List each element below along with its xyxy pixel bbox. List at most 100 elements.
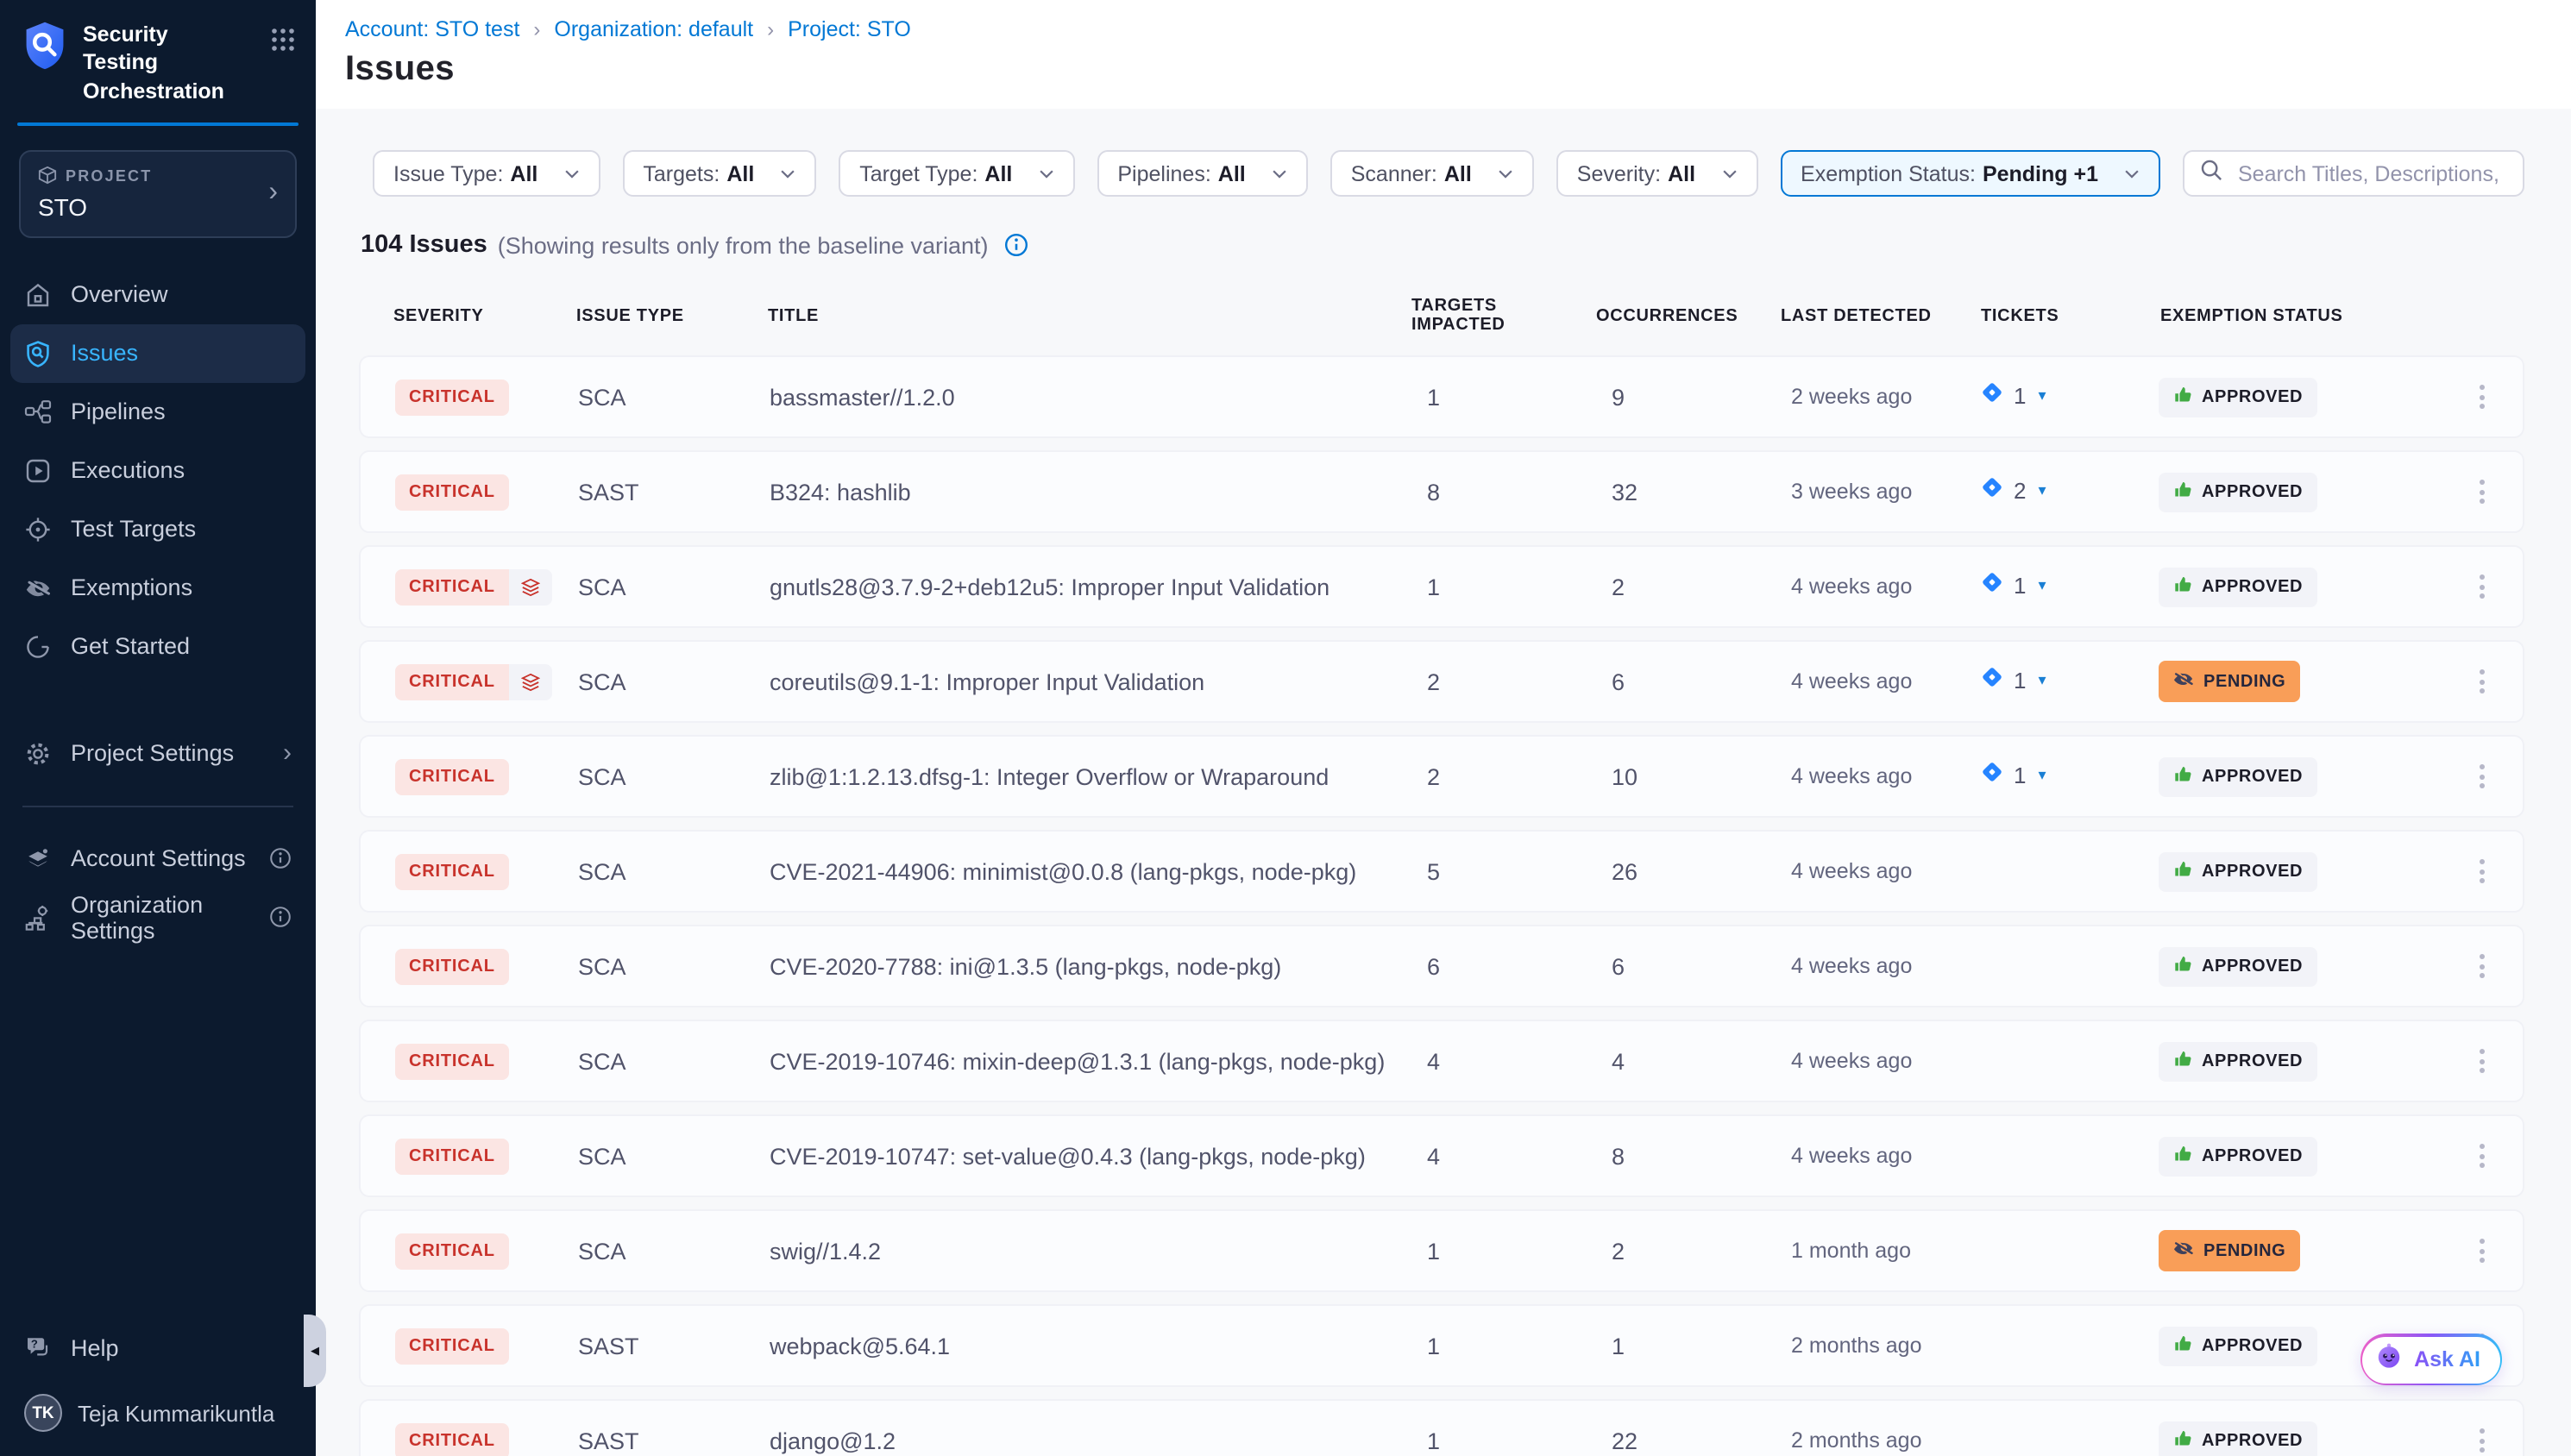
issue-title[interactable]: django@1.2: [770, 1428, 1408, 1453]
status-badge-approved: APPROVED: [2159, 472, 2316, 511]
issue-title[interactable]: CVE-2019-10747: set-value@0.4.3 (lang-pk…: [770, 1143, 1408, 1169]
occurrences-cell: 4: [1593, 1048, 1777, 1074]
exemption-status-cell: APPROVED: [2147, 1136, 2454, 1176]
table-row[interactable]: CRITICAL SCA CVE-2020-7788: ini@1.3.5 (l…: [359, 925, 2524, 1007]
ticket-group[interactable]: 1 ▾: [1979, 759, 2046, 790]
ask-ai-button[interactable]: Ask AI: [2360, 1334, 2502, 1385]
sidebar-item-exemptions[interactable]: Exemptions: [0, 559, 316, 618]
targets-impacted-cell: 2: [1408, 763, 1593, 789]
filter-severity[interactable]: Severity:All: [1556, 150, 1757, 197]
info-icon[interactable]: [1004, 233, 1028, 257]
ticket-group[interactable]: 1 ▾: [1979, 664, 2046, 695]
issue-title[interactable]: gnutls28@3.7.9-2+deb12u5: Improper Input…: [770, 574, 1408, 599]
ticket-count: 1: [2014, 572, 2026, 598]
issue-title[interactable]: CVE-2020-7788: ini@1.3.5 (lang-pkgs, nod…: [770, 953, 1408, 979]
gear-icon: [24, 740, 52, 768]
issue-type-cell: SCA: [578, 763, 770, 789]
filter-pipelines[interactable]: Pipelines:All: [1097, 150, 1307, 197]
targets-impacted-cell: 4: [1408, 1143, 1593, 1169]
issues-summary: 104 Issues (Showing results only from th…: [361, 231, 2524, 259]
targets-impacted-cell: 2: [1408, 668, 1593, 694]
table-row[interactable]: CRITICAL SAST webpack@5.64.1 1 1 2 month…: [359, 1304, 2524, 1387]
row-menu-button[interactable]: [2461, 471, 2502, 512]
severity-badge: CRITICAL: [395, 948, 509, 984]
issue-title[interactable]: B324: hashlib: [770, 479, 1408, 505]
issue-title[interactable]: swig//1.4.2: [770, 1238, 1408, 1264]
chevron-down-icon: [563, 168, 579, 179]
project-selector[interactable]: PROJECT STO ›: [19, 150, 297, 238]
table-row[interactable]: CRITICAL SAST B324: hashlib 8 32 3 weeks…: [359, 450, 2524, 533]
sidebar-item-overview[interactable]: Overview: [0, 266, 316, 324]
row-actions-cell: [2454, 376, 2523, 417]
table-row[interactable]: CRITICAL SCA zlib@1:1.2.13.dfsg-1: Integ…: [359, 735, 2524, 818]
sidebar-item-pipelines[interactable]: Pipelines: [0, 383, 316, 442]
table-row[interactable]: CRITICAL SCA CVE-2021-44906: minimist@0.…: [359, 830, 2524, 913]
info-icon[interactable]: [269, 907, 292, 929]
row-menu-button[interactable]: [2461, 661, 2502, 702]
filter-targets[interactable]: Targets:All: [622, 150, 816, 197]
issue-title[interactable]: zlib@1:1.2.13.dfsg-1: Integer Overflow o…: [770, 763, 1408, 789]
table-row[interactable]: CRITICAL SCA bassmaster//1.2.0 1 9 2 wee…: [359, 355, 2524, 438]
row-menu-button[interactable]: [2461, 850, 2502, 892]
status-badge-approved: APPROVED: [2159, 756, 2316, 796]
sidebar-item-get-started[interactable]: Get Started: [0, 618, 316, 676]
issue-title[interactable]: webpack@5.64.1: [770, 1333, 1408, 1359]
exemption-status-cell: APPROVED: [2147, 946, 2454, 986]
table-row[interactable]: CRITICAL SCA swig//1.4.2 1 2 1 month ago…: [359, 1209, 2524, 1292]
table-row[interactable]: CRITICAL SCA coreutils@9.1-1: Improper I…: [359, 640, 2524, 723]
row-actions-cell: [2454, 661, 2523, 702]
breadcrumb-organization-link[interactable]: Organization: default: [554, 17, 753, 41]
table-row[interactable]: CRITICAL SCA CVE-2019-10746: mixin-deep@…: [359, 1020, 2524, 1102]
sidebar-collapse-handle[interactable]: ◀: [304, 1315, 326, 1387]
issue-title[interactable]: CVE-2021-44906: minimist@0.0.8 (lang-pkg…: [770, 858, 1408, 884]
row-menu-button[interactable]: [2461, 1135, 2502, 1177]
col-tickets: TICKETS: [1967, 306, 2148, 325]
last-detected-cell: 1 month ago: [1777, 1239, 1965, 1263]
row-menu-button[interactable]: [2461, 566, 2502, 607]
sidebar-item-account-settings[interactable]: Account Settings: [0, 830, 316, 888]
severity-badge: CRITICAL: [395, 1422, 509, 1456]
issue-title[interactable]: coreutils@9.1-1: Improper Input Validati…: [770, 668, 1408, 694]
sidebar-item-organization-settings[interactable]: Organization Settings: [0, 888, 316, 947]
sidebar-item-project-settings[interactable]: Project Settings ›: [0, 725, 316, 783]
info-icon[interactable]: [269, 848, 292, 870]
severity-cell: CRITICAL: [361, 853, 578, 889]
help-button[interactable]: ? Help: [0, 1318, 316, 1377]
filter-issue-type[interactable]: Issue Type:All: [373, 150, 600, 197]
exemption-status-cell: APPROVED: [2147, 1041, 2454, 1081]
ticket-group[interactable]: 2 ▾: [1979, 474, 2046, 505]
issue-title[interactable]: CVE-2019-10746: mixin-deep@1.3.1 (lang-p…: [770, 1048, 1408, 1074]
exemption-status-cell: PENDING: [2147, 1230, 2454, 1271]
tickets-cell: 1 ▾: [1965, 664, 2147, 699]
search-box: [2183, 150, 2524, 197]
ticket-group[interactable]: 1 ▾: [1979, 380, 2046, 411]
row-menu-button[interactable]: [2461, 1230, 2502, 1271]
row-menu-button[interactable]: [2461, 1040, 2502, 1082]
jira-icon: [1979, 569, 2005, 600]
row-menu-button[interactable]: [2461, 945, 2502, 987]
breadcrumb-account-link[interactable]: Account: STO test: [345, 17, 519, 41]
table-row[interactable]: CRITICAL SCA gnutls28@3.7.9-2+deb12u5: I…: [359, 545, 2524, 628]
sidebar-item-test-targets[interactable]: Test Targets: [0, 500, 316, 559]
filter-target-type[interactable]: Target Type:All: [839, 150, 1074, 197]
module-grid-icon[interactable]: [271, 28, 295, 60]
table-row[interactable]: CRITICAL SCA CVE-2019-10747: set-value@0…: [359, 1114, 2524, 1197]
filter-exemption-status[interactable]: Exemption Status:Pending +1: [1780, 150, 2160, 197]
user-menu[interactable]: TK Teja Kummarikuntla: [0, 1377, 316, 1439]
search-icon: [2200, 158, 2222, 189]
table-row[interactable]: CRITICAL SAST django@1.2 1 22 2 months a…: [359, 1399, 2524, 1456]
row-menu-button[interactable]: [2461, 376, 2502, 417]
breadcrumb-project-link[interactable]: Project: STO: [788, 17, 911, 41]
row-menu-button[interactable]: [2461, 756, 2502, 797]
last-detected-cell: 2 weeks ago: [1777, 385, 1965, 409]
filter-scanner[interactable]: Scanner:All: [1330, 150, 1534, 197]
issues-content: Issue Type:All Targets:All Target Type:A…: [316, 109, 2571, 1456]
issue-title[interactable]: bassmaster//1.2.0: [770, 384, 1408, 410]
chevron-down-icon: [1038, 168, 1053, 179]
ticket-group[interactable]: 1 ▾: [1979, 569, 2046, 600]
sidebar-item-executions[interactable]: Executions: [0, 442, 316, 500]
search-input[interactable]: [2235, 160, 2507, 187]
sidebar-item-issues[interactable]: Issues: [10, 324, 305, 383]
issue-type-cell: SCA: [578, 668, 770, 694]
row-menu-button[interactable]: [2461, 1420, 2502, 1456]
